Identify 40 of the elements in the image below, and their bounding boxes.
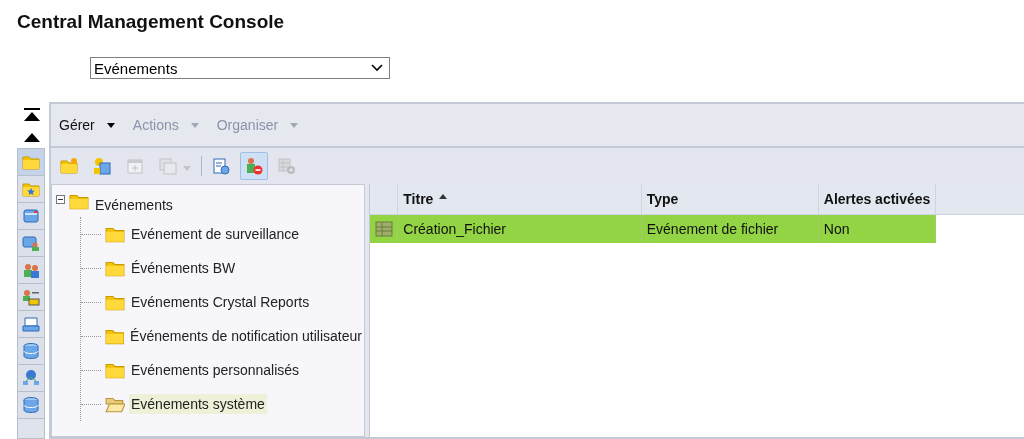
- scroll-up-icon[interactable]: [23, 132, 41, 142]
- tree-item[interactable]: Evénements système: [129, 394, 267, 414]
- toolbar-button[interactable]: [240, 152, 268, 180]
- database-icon: [22, 342, 40, 360]
- column-header[interactable]: Titre: [397, 184, 642, 215]
- tree-item[interactable]: Evénement de surveillance: [129, 224, 302, 244]
- menu-item[interactable]: Gérer: [59, 117, 115, 133]
- document-icon: [212, 157, 230, 175]
- grid-add-icon: [278, 157, 296, 175]
- scroll-top-icon[interactable]: [23, 108, 41, 122]
- caret-icon: [371, 64, 383, 72]
- column-header[interactable]: Alertes activées: [818, 184, 936, 215]
- table-cell: Evénement de fichier: [641, 214, 819, 243]
- column-header[interactable]: Type: [641, 184, 819, 215]
- table-cell: Création_Fichier: [397, 214, 642, 243]
- server-user-icon: [22, 234, 40, 252]
- calendar-icon: [126, 157, 144, 175]
- folder-icon: [22, 153, 40, 171]
- tree-item[interactable]: Evénements: [93, 195, 175, 215]
- server-icon: [22, 207, 40, 225]
- tree-item[interactable]: Événements de notification utilisateur: [128, 326, 364, 346]
- view-select[interactable]: Evénements: [90, 57, 390, 79]
- tree-item[interactable]: Evénements Crystal Reports: [129, 292, 312, 312]
- new-folder-icon: [60, 157, 78, 175]
- network-icon: [22, 369, 40, 387]
- caret-icon: [290, 122, 299, 128]
- tree-item[interactable]: Événements BW: [129, 258, 238, 278]
- caret-icon: [106, 122, 115, 128]
- users-icon: [22, 261, 40, 279]
- caret-icon: [190, 122, 199, 128]
- copy-icon: [159, 157, 177, 175]
- table-cell: Non: [818, 214, 936, 243]
- user-code-icon: [22, 288, 40, 306]
- database-icon: [22, 396, 40, 414]
- star-folder-icon: [22, 180, 40, 198]
- collapse-icon[interactable]: [56, 195, 65, 204]
- tree-item[interactable]: Evénements personnalisés: [129, 360, 302, 380]
- event-icon: [374, 220, 393, 238]
- user-remove-icon: [245, 157, 263, 175]
- page-title: Central Management Console: [16, 10, 286, 34]
